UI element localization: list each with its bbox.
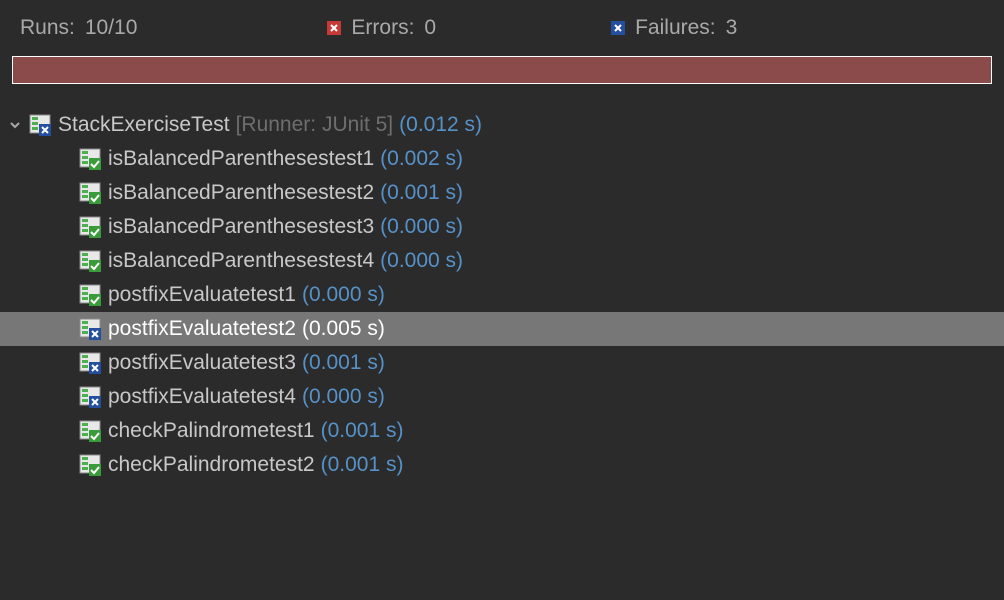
failures-group: Failures: 3 — [611, 16, 737, 40]
tree-root-row[interactable]: StackExerciseTest [Runner: JUnit 5] (0.0… — [0, 108, 1004, 142]
test-suite-fail-icon — [28, 114, 52, 136]
stats-bar: Runs: 10/10 Errors: 0 Failures: 3 — [0, 0, 1004, 54]
runs-value: 10/10 — [85, 16, 138, 40]
test-pass-icon — [78, 454, 102, 476]
failures-value: 3 — [726, 16, 738, 40]
errors-label: Errors: — [351, 16, 414, 40]
test-fail-icon — [78, 386, 102, 408]
test-row[interactable]: isBalancedParenthesestest4 (0.000 s) — [0, 244, 1004, 278]
test-time: (0.001 s) — [321, 419, 404, 443]
suite-time: (0.012 s) — [399, 113, 482, 137]
test-name: isBalancedParenthesestest2 — [108, 181, 374, 205]
test-time: (0.001 s) — [380, 181, 463, 205]
test-row[interactable]: checkPalindrometest2 (0.001 s) — [0, 448, 1004, 482]
test-row[interactable]: postfixEvaluatetest2 (0.005 s) — [0, 312, 1004, 346]
test-name: postfixEvaluatetest2 — [108, 317, 296, 341]
test-pass-icon — [78, 148, 102, 170]
progress-bar — [12, 56, 992, 84]
test-time: (0.002 s) — [380, 147, 463, 171]
chevron-down-icon[interactable] — [8, 118, 22, 132]
test-fail-icon — [78, 352, 102, 374]
error-badge-icon — [327, 21, 341, 35]
suite-name: StackExerciseTest — [58, 113, 230, 137]
test-time: (0.000 s) — [380, 249, 463, 273]
test-tree[interactable]: StackExerciseTest [Runner: JUnit 5] (0.0… — [0, 94, 1004, 482]
runner-label: [Runner: JUnit 5] — [236, 113, 394, 137]
test-name: postfixEvaluatetest1 — [108, 283, 296, 307]
errors-group: Errors: 0 — [327, 16, 436, 40]
test-name: postfixEvaluatetest3 — [108, 351, 296, 375]
test-name: isBalancedParenthesestest3 — [108, 215, 374, 239]
test-pass-icon — [78, 284, 102, 306]
runs-group: Runs: 10/10 — [20, 16, 137, 40]
test-time: (0.000 s) — [302, 385, 385, 409]
runs-label: Runs: — [20, 16, 75, 40]
test-name: isBalancedParenthesestest4 — [108, 249, 374, 273]
test-pass-icon — [78, 420, 102, 442]
test-time: (0.000 s) — [302, 283, 385, 307]
test-time: (0.001 s) — [302, 351, 385, 375]
test-time: (0.005 s) — [302, 317, 385, 341]
test-row[interactable]: postfixEvaluatetest1 (0.000 s) — [0, 278, 1004, 312]
test-row[interactable]: checkPalindrometest1 (0.001 s) — [0, 414, 1004, 448]
test-name: isBalancedParenthesestest1 — [108, 147, 374, 171]
test-pass-icon — [78, 250, 102, 272]
failures-label: Failures: — [635, 16, 716, 40]
test-row[interactable]: postfixEvaluatetest4 (0.000 s) — [0, 380, 1004, 414]
progress-container — [12, 56, 992, 84]
test-time: (0.000 s) — [380, 215, 463, 239]
test-name: checkPalindrometest1 — [108, 419, 315, 443]
test-pass-icon — [78, 216, 102, 238]
test-name: checkPalindrometest2 — [108, 453, 315, 477]
test-pass-icon — [78, 182, 102, 204]
test-fail-icon — [78, 318, 102, 340]
test-name: postfixEvaluatetest4 — [108, 385, 296, 409]
test-row[interactable]: isBalancedParenthesestest1 (0.002 s) — [0, 142, 1004, 176]
test-row[interactable]: isBalancedParenthesestest2 (0.001 s) — [0, 176, 1004, 210]
failure-badge-icon — [611, 21, 625, 35]
test-row[interactable]: postfixEvaluatetest3 (0.001 s) — [0, 346, 1004, 380]
test-time: (0.001 s) — [321, 453, 404, 477]
errors-value: 0 — [424, 16, 436, 40]
test-row[interactable]: isBalancedParenthesestest3 (0.000 s) — [0, 210, 1004, 244]
